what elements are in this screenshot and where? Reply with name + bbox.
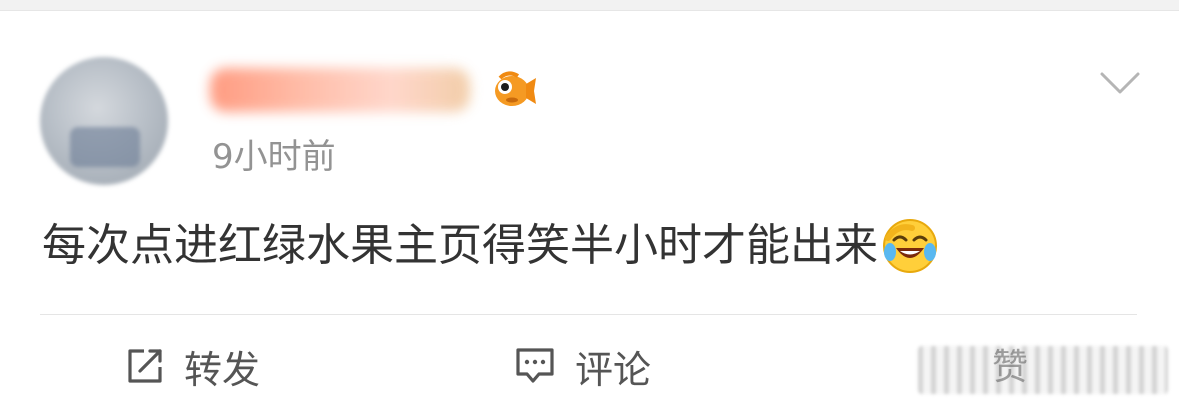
repost-icon [128, 349, 162, 383]
like-label: 赞 [992, 347, 1029, 388]
avatar[interactable] [40, 57, 168, 185]
laugh-cry-emoji-icon [883, 219, 937, 273]
post-content: 每次点进红绿水果主页得笑半小时才能出来 [42, 218, 938, 274]
username-blurred[interactable] [210, 68, 470, 112]
post-timestamp: 9小时前 [212, 137, 336, 177]
fish-icon [495, 71, 536, 106]
like-button-blurred[interactable] [918, 346, 1168, 394]
repost-button[interactable]: 转发 [124, 340, 260, 392]
post-text: 每次点进红绿水果主页得笑半小时才能出来 [42, 220, 878, 271]
comment-icon [516, 348, 554, 383]
comment-button[interactable]: 评论 [513, 340, 651, 392]
chevron-down-icon[interactable] [1098, 66, 1142, 100]
repost-label: 转发 [184, 347, 261, 392]
top-separator [0, 0, 1179, 11]
divider [40, 314, 1137, 315]
comment-label: 评论 [575, 347, 652, 392]
